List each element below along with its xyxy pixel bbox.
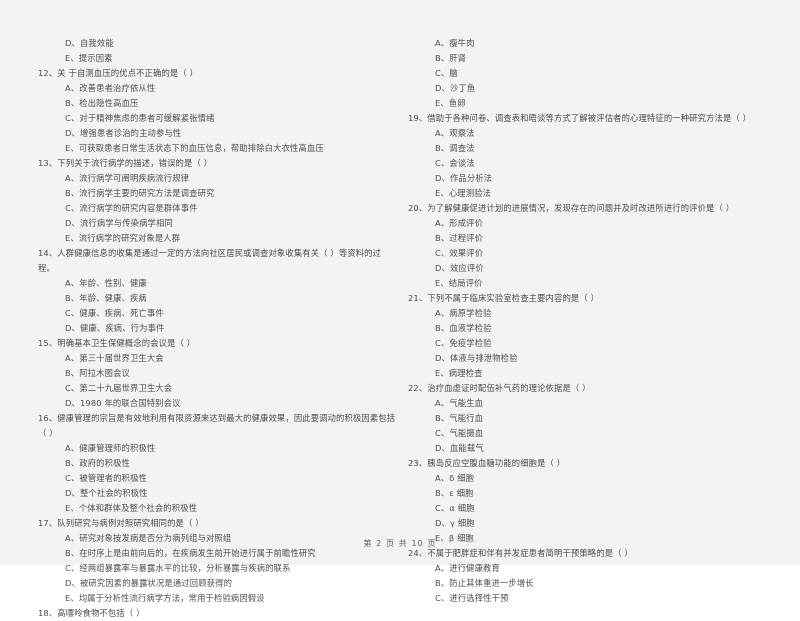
- option-item: C、免疫学检验: [435, 338, 492, 348]
- option-item: B、调查法: [435, 143, 475, 153]
- question-stem: 14、人群健康信息的收集是通过一定的方法向社区居民或调查对象收集有关（ ）等资料…: [38, 248, 382, 273]
- option-item: E、鱼卵: [435, 98, 466, 108]
- question-block: 14、人群健康信息的收集是通过一定的方法向社区居民或调查对象收集有关（ ）等资料…: [38, 246, 396, 336]
- question-block: 24、不属于肥胖症和伴有并发症患者简明干预策略的是（ ） A、进行健康教育 B、…: [408, 546, 754, 606]
- question-stem: 23、胰岛反应空腹血糖功能的细胞是（ ）: [408, 458, 566, 468]
- option-item: E、流行病学的研究对象是人群: [65, 233, 181, 243]
- option-item: D、流行病学与传染病学相同: [65, 218, 173, 228]
- option-item: A、健康管理师的积极性: [65, 443, 156, 453]
- option-item: A、第三十届世界卫生大会: [65, 353, 164, 363]
- scanned-page: D、自我效能 E、提示因素 12、关 于自测血压的优点不正确的是（ ） A、改善…: [0, 0, 800, 618]
- question-block: 23、胰岛反应空腹血糖功能的细胞是（ ） A、δ 细胞 B、ε 细胞 C、α 细…: [408, 456, 754, 546]
- option-item: A、瘦牛肉: [435, 38, 475, 48]
- option-item: B、肝肾: [435, 53, 467, 63]
- question-block: 20、为了解健康促进计划的进展情况，发现存在的问题并及时改进所进行的评价是（ ）…: [408, 201, 754, 291]
- option-item: D、γ 细胞: [435, 518, 475, 528]
- option-item: D、1980 年的联合国特别会议: [65, 398, 181, 408]
- option-item: C、会谈法: [435, 158, 475, 168]
- question-stem: 19、借助于各种问卷、调查表和晤谈等方式了解被评估者的心理特征的一种研究方法是（…: [408, 113, 752, 123]
- option-item: C、被管理者的积极性: [65, 473, 147, 483]
- question-block: 16、健康管理的宗旨是有效地利用有限资源来达到最大的健康效果，因此要调动的积极因…: [38, 411, 396, 516]
- option-item: D、体液与排泄物检验: [435, 353, 518, 363]
- option-item: E、均属于分析性流行病学方法，常用于检验病因假设: [65, 593, 265, 603]
- option-item: E、提示因素: [65, 53, 113, 63]
- option-item: C、经两组暴露率与暴露水平的比较，分析暴露与疾病的联系: [65, 563, 291, 573]
- option-item: B、流行病学主要的研究方法是调查研究: [65, 188, 215, 198]
- option-item: D、增强患者诊治的主动参与性: [65, 128, 182, 138]
- option-item: C、流行病学的研究内容是群体事件: [65, 203, 198, 213]
- option-item: B、气能行血: [435, 413, 484, 423]
- page-footer: 第 2 页 共 10 页: [363, 539, 437, 548]
- option-item: A、形成评价: [435, 218, 484, 228]
- option-item: E、心理测验法: [435, 188, 492, 198]
- question-stem: 21、下列不属于临床实验室检查主要内容的是（ ）: [408, 293, 600, 303]
- option-item: D、被研究因素的暴露状况是通过回顾获得的: [65, 578, 233, 588]
- option-item: D、沙丁鱼: [435, 83, 476, 93]
- option-item: B、阿拉木图会议: [65, 368, 130, 378]
- option-item: B、ε 细胞: [435, 488, 474, 498]
- question-stem: 17、队列研究与病例对照研究相同的是（ ）: [38, 518, 204, 528]
- question-stem: 18、高嘌呤食物不包括（ ）: [38, 608, 145, 618]
- question-block: 22、治疗血虚证时配伍补气药的理论依据是（ ） A、气能生血 B、气能行血 C、…: [408, 381, 754, 456]
- option-item: D、效应评价: [435, 263, 484, 273]
- option-item: B、检出隐性高血压: [65, 98, 139, 108]
- question-block: 19、借助于各种问卷、调查表和晤谈等方式了解被评估者的心理特征的一种研究方法是（…: [408, 111, 754, 201]
- option-item: A、观察法: [435, 128, 475, 138]
- option-item: B、过程评价: [435, 233, 484, 243]
- option-item: D、血能载气: [435, 443, 484, 453]
- option-item: C、对于精神焦虑的患者可缓解紧张情绪: [65, 113, 215, 123]
- option-item: D、作品分析法: [435, 173, 493, 183]
- option-item: D、自我效能: [65, 38, 114, 48]
- two-column-body: D、自我效能 E、提示因素 12、关 于自测血压的优点不正确的是（ ） A、改善…: [0, 36, 800, 621]
- question-stem: 13、下列关于流行病学的描述，错误的是（ ）: [38, 158, 213, 168]
- option-item: A、病原学检验: [435, 308, 492, 318]
- option-item: A、进行健康教育: [435, 563, 500, 573]
- question-stem: 22、治疗血虚证时配伍补气药的理论依据是（ ）: [408, 383, 591, 393]
- option-item: A、年龄、性别、健康: [65, 278, 147, 288]
- option-item: B、年龄、健康、疾病: [65, 293, 147, 303]
- question-block: 21、下列不属于临床实验室检查主要内容的是（ ） A、病原学检验 B、血液学检验…: [408, 291, 754, 381]
- option-item: C、进行选择性干预: [435, 593, 509, 603]
- question-block: 18、高嘌呤食物不包括（ ）: [38, 606, 396, 621]
- option-item: A、气能生血: [435, 398, 484, 408]
- question-block: 17、队列研究与病例对照研究相同的是（ ） A、研究对象按发病是否分为病列组与对…: [38, 516, 396, 606]
- left-column: D、自我效能 E、提示因素 12、关 于自测血压的优点不正确的是（ ） A、改善…: [0, 36, 400, 621]
- question-block: 13、下列关于流行病学的描述，错误的是（ ） A、流行病学可阐明疾病流行规律 B…: [38, 156, 396, 246]
- question-stem: 15、明确基本卫生保健概念的会议是（ ）: [38, 338, 196, 348]
- question-block: 12、关 于自测血压的优点不正确的是（ ） A、改善患者治疗依从性 B、检出隐性…: [38, 66, 396, 156]
- option-item: C、脑: [435, 68, 458, 78]
- option-item: B、政府的积极性: [65, 458, 130, 468]
- option-item: E、个体和群体及整个社会的积极性: [65, 503, 198, 513]
- option-item: B、防止其体重进一步增长: [435, 578, 534, 588]
- option-item: C、气能摄血: [435, 428, 484, 438]
- option-item: C、健康、疾病、死亡事件: [65, 308, 164, 318]
- option-item: C、效果评价: [435, 248, 484, 258]
- question-block: 15、明确基本卫生保健概念的会议是（ ） A、第三十届世界卫生大会 B、阿拉木图…: [38, 336, 396, 411]
- question-stem: 20、为了解健康促进计划的进展情况，发现存在的问题并及时改进所进行的评价是（ ）: [408, 203, 735, 213]
- option-item: C、α 细胞: [435, 503, 475, 513]
- option-item: B、血液学检验: [435, 323, 492, 333]
- option-item: A、δ 细胞: [435, 473, 475, 483]
- option-item: D、整个社会的积极性: [65, 488, 148, 498]
- right-column: A、瘦牛肉 B、肝肾 C、脑 D、沙丁鱼 E、鱼卵 19、借助于各种问卷、调查表…: [400, 36, 800, 621]
- option-item: D、健康、疾病、行为事件: [65, 323, 165, 333]
- question-stem: 16、健康管理的宗旨是有效地利用有限资源来达到最大的健康效果，因此要调动的积极因…: [38, 413, 396, 438]
- option-item: C、第二十九届世界卫生大会: [65, 383, 173, 393]
- option-item: E、可获取患者日常生活状态下的血压信息，帮助排除白大衣性高血压: [65, 143, 324, 153]
- option-item: E、病理检查: [435, 368, 483, 378]
- option-item: A、改善患者治疗依从性: [65, 83, 156, 93]
- option-item: A、流行病学可阐明疾病流行规律: [65, 173, 190, 183]
- question-stem: 12、关 于自测血压的优点不正确的是（ ）: [38, 68, 199, 78]
- option-item: E、结局评价: [435, 278, 483, 288]
